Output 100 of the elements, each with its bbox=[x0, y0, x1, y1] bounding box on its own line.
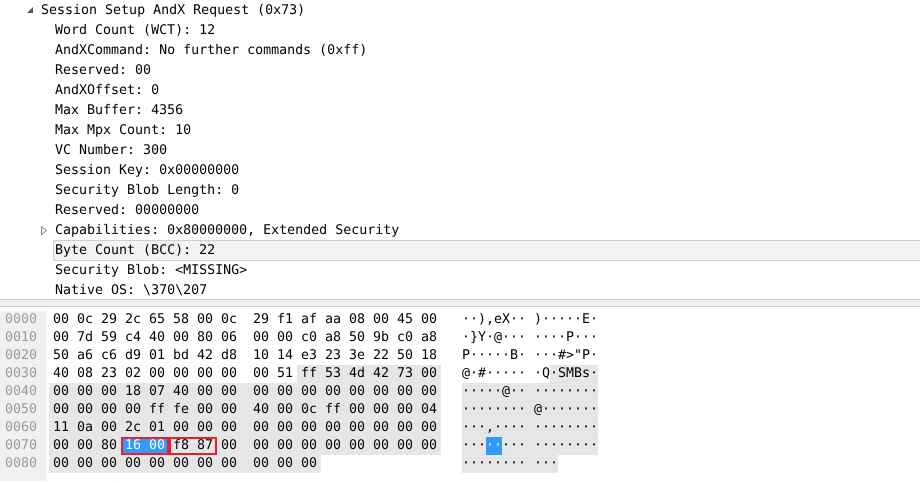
ascii-char[interactable]: · bbox=[478, 419, 486, 437]
hex-byte[interactable]: 00 bbox=[169, 365, 193, 383]
ascii-char[interactable]: > bbox=[566, 347, 574, 365]
ascii-char[interactable]: · bbox=[550, 401, 558, 419]
hex-byte[interactable]: 08 bbox=[345, 311, 369, 329]
ascii-char[interactable]: · bbox=[462, 329, 470, 347]
hex-byte[interactable]: 00 bbox=[249, 419, 273, 437]
ascii-char[interactable]: · bbox=[518, 383, 526, 401]
ascii-char[interactable]: · bbox=[550, 311, 558, 329]
ascii-char[interactable]: · bbox=[470, 383, 478, 401]
tree-item[interactable]: Security Blob Length: 0 bbox=[54, 180, 240, 200]
ascii-char[interactable]: · bbox=[558, 401, 566, 419]
hex-byte[interactable]: 00 bbox=[273, 455, 297, 473]
ascii-char[interactable]: · bbox=[494, 401, 502, 419]
hex-byte[interactable]: 00 bbox=[249, 455, 273, 473]
hex-byte[interactable]: 0a bbox=[73, 419, 97, 437]
hex-byte[interactable]: 40 bbox=[145, 329, 169, 347]
hex-byte[interactable]: 00 bbox=[417, 383, 441, 401]
ascii-char[interactable]: · bbox=[518, 329, 526, 347]
ascii-char[interactable]: · bbox=[574, 437, 582, 455]
hex-byte[interactable]: 23 bbox=[321, 347, 345, 365]
hex-byte[interactable]: 00 bbox=[369, 311, 393, 329]
hex-byte[interactable]: 80 bbox=[193, 329, 217, 347]
ascii-char[interactable]: · bbox=[470, 419, 478, 437]
ascii-char[interactable]: Q bbox=[542, 365, 550, 383]
hex-byte[interactable]: 00 bbox=[249, 329, 273, 347]
hex-byte[interactable]: 00 bbox=[417, 365, 441, 383]
hex-byte[interactable]: 00 bbox=[417, 437, 441, 455]
ascii-char[interactable]: · bbox=[502, 455, 510, 473]
hex-byte[interactable]: 00 bbox=[417, 311, 441, 329]
ascii-char[interactable]: · bbox=[518, 347, 526, 365]
expand-icon[interactable] bbox=[40, 226, 48, 234]
ascii-char[interactable]: · bbox=[542, 383, 550, 401]
hex-byte[interactable]: 01 bbox=[145, 419, 169, 437]
hex-byte[interactable]: ff bbox=[321, 401, 345, 419]
hex-byte[interactable]: 0c bbox=[73, 311, 97, 329]
hex-byte[interactable]: 0c bbox=[297, 401, 321, 419]
ascii-char[interactable]: @ bbox=[502, 383, 510, 401]
hex-byte[interactable]: 07 bbox=[145, 383, 169, 401]
ascii-char[interactable]: · bbox=[550, 329, 558, 347]
hex-byte[interactable]: c0 bbox=[297, 329, 321, 347]
hex-byte[interactable]: 00 bbox=[273, 383, 297, 401]
hex-byte[interactable]: af bbox=[297, 311, 321, 329]
ascii-char[interactable]: ) bbox=[478, 311, 486, 329]
hex-byte[interactable]: 7d bbox=[73, 329, 97, 347]
tree-item[interactable]: Reserved: 00 bbox=[54, 60, 152, 80]
hex-byte[interactable]: 00 bbox=[393, 383, 417, 401]
ascii-char[interactable]: · bbox=[470, 347, 478, 365]
hex-byte[interactable]: c0 bbox=[393, 329, 417, 347]
ascii-char[interactable]: · bbox=[462, 311, 470, 329]
hex-byte[interactable]: 00 bbox=[73, 455, 97, 473]
hex-byte[interactable]: 29 bbox=[97, 311, 121, 329]
hex-byte[interactable]: 42 bbox=[369, 365, 393, 383]
ascii-char[interactable]: · bbox=[542, 455, 550, 473]
ascii-char[interactable]: · bbox=[494, 455, 502, 473]
hex-byte[interactable]: 00 bbox=[297, 455, 321, 473]
hex-byte[interactable]: 02 bbox=[121, 365, 145, 383]
ascii-char[interactable]: · bbox=[462, 401, 470, 419]
hex-byte[interactable]: 0c bbox=[217, 311, 241, 329]
hex-byte[interactable]: 10 bbox=[249, 347, 273, 365]
ascii-char[interactable]: · bbox=[478, 437, 486, 455]
hex-byte[interactable]: 00 bbox=[121, 455, 145, 473]
ascii-char[interactable]: B bbox=[574, 365, 582, 383]
hex-byte[interactable]: fe bbox=[169, 401, 193, 419]
hex-byte[interactable]: e3 bbox=[297, 347, 321, 365]
hex-byte[interactable]: 01 bbox=[145, 347, 169, 365]
hex-byte[interactable]: 06 bbox=[217, 329, 241, 347]
hex-byte[interactable]: 00 bbox=[369, 437, 393, 455]
ascii-char[interactable]: · bbox=[494, 365, 502, 383]
hex-byte[interactable]: 00 bbox=[393, 419, 417, 437]
ascii-char[interactable]: · bbox=[486, 383, 494, 401]
ascii-char[interactable]: · bbox=[542, 311, 550, 329]
tree-item[interactable]: Max Buffer: 4356 bbox=[54, 100, 184, 120]
hex-byte[interactable]: 40 bbox=[49, 365, 73, 383]
ascii-char[interactable]: E bbox=[582, 311, 590, 329]
hex-byte[interactable]: 00 bbox=[193, 401, 217, 419]
ascii-char[interactable]: · bbox=[590, 419, 598, 437]
hex-byte[interactable]: a8 bbox=[321, 329, 345, 347]
ascii-char[interactable]: · bbox=[550, 437, 558, 455]
hex-byte[interactable]: 00 bbox=[145, 455, 169, 473]
ascii-char[interactable]: · bbox=[534, 347, 542, 365]
ascii-char[interactable]: # bbox=[558, 347, 566, 365]
ascii-char[interactable]: S bbox=[558, 365, 566, 383]
hex-byte[interactable]: 73 bbox=[393, 365, 417, 383]
hex-byte[interactable]: d9 bbox=[121, 347, 145, 365]
hex-byte[interactable]: 2c bbox=[121, 311, 145, 329]
hex-byte[interactable]: 00 bbox=[73, 401, 97, 419]
hex-byte[interactable]: 00 bbox=[369, 419, 393, 437]
hex-byte[interactable]: 00 bbox=[321, 419, 345, 437]
ascii-char[interactable]: · bbox=[510, 437, 518, 455]
ascii-char[interactable]: @ bbox=[534, 401, 542, 419]
hex-byte[interactable]: 00 bbox=[121, 401, 145, 419]
ascii-char[interactable]: P bbox=[566, 329, 574, 347]
ascii-char[interactable]: · bbox=[470, 365, 478, 383]
ascii-char[interactable]: · bbox=[494, 419, 502, 437]
tree-item[interactable]: Max Mpx Count: 10 bbox=[54, 120, 192, 140]
ascii-char[interactable]: # bbox=[478, 365, 486, 383]
hex-byte[interactable]: 00 bbox=[193, 383, 217, 401]
hex-byte[interactable]: 00 bbox=[217, 437, 241, 455]
hex-byte[interactable]: 08 bbox=[73, 365, 97, 383]
